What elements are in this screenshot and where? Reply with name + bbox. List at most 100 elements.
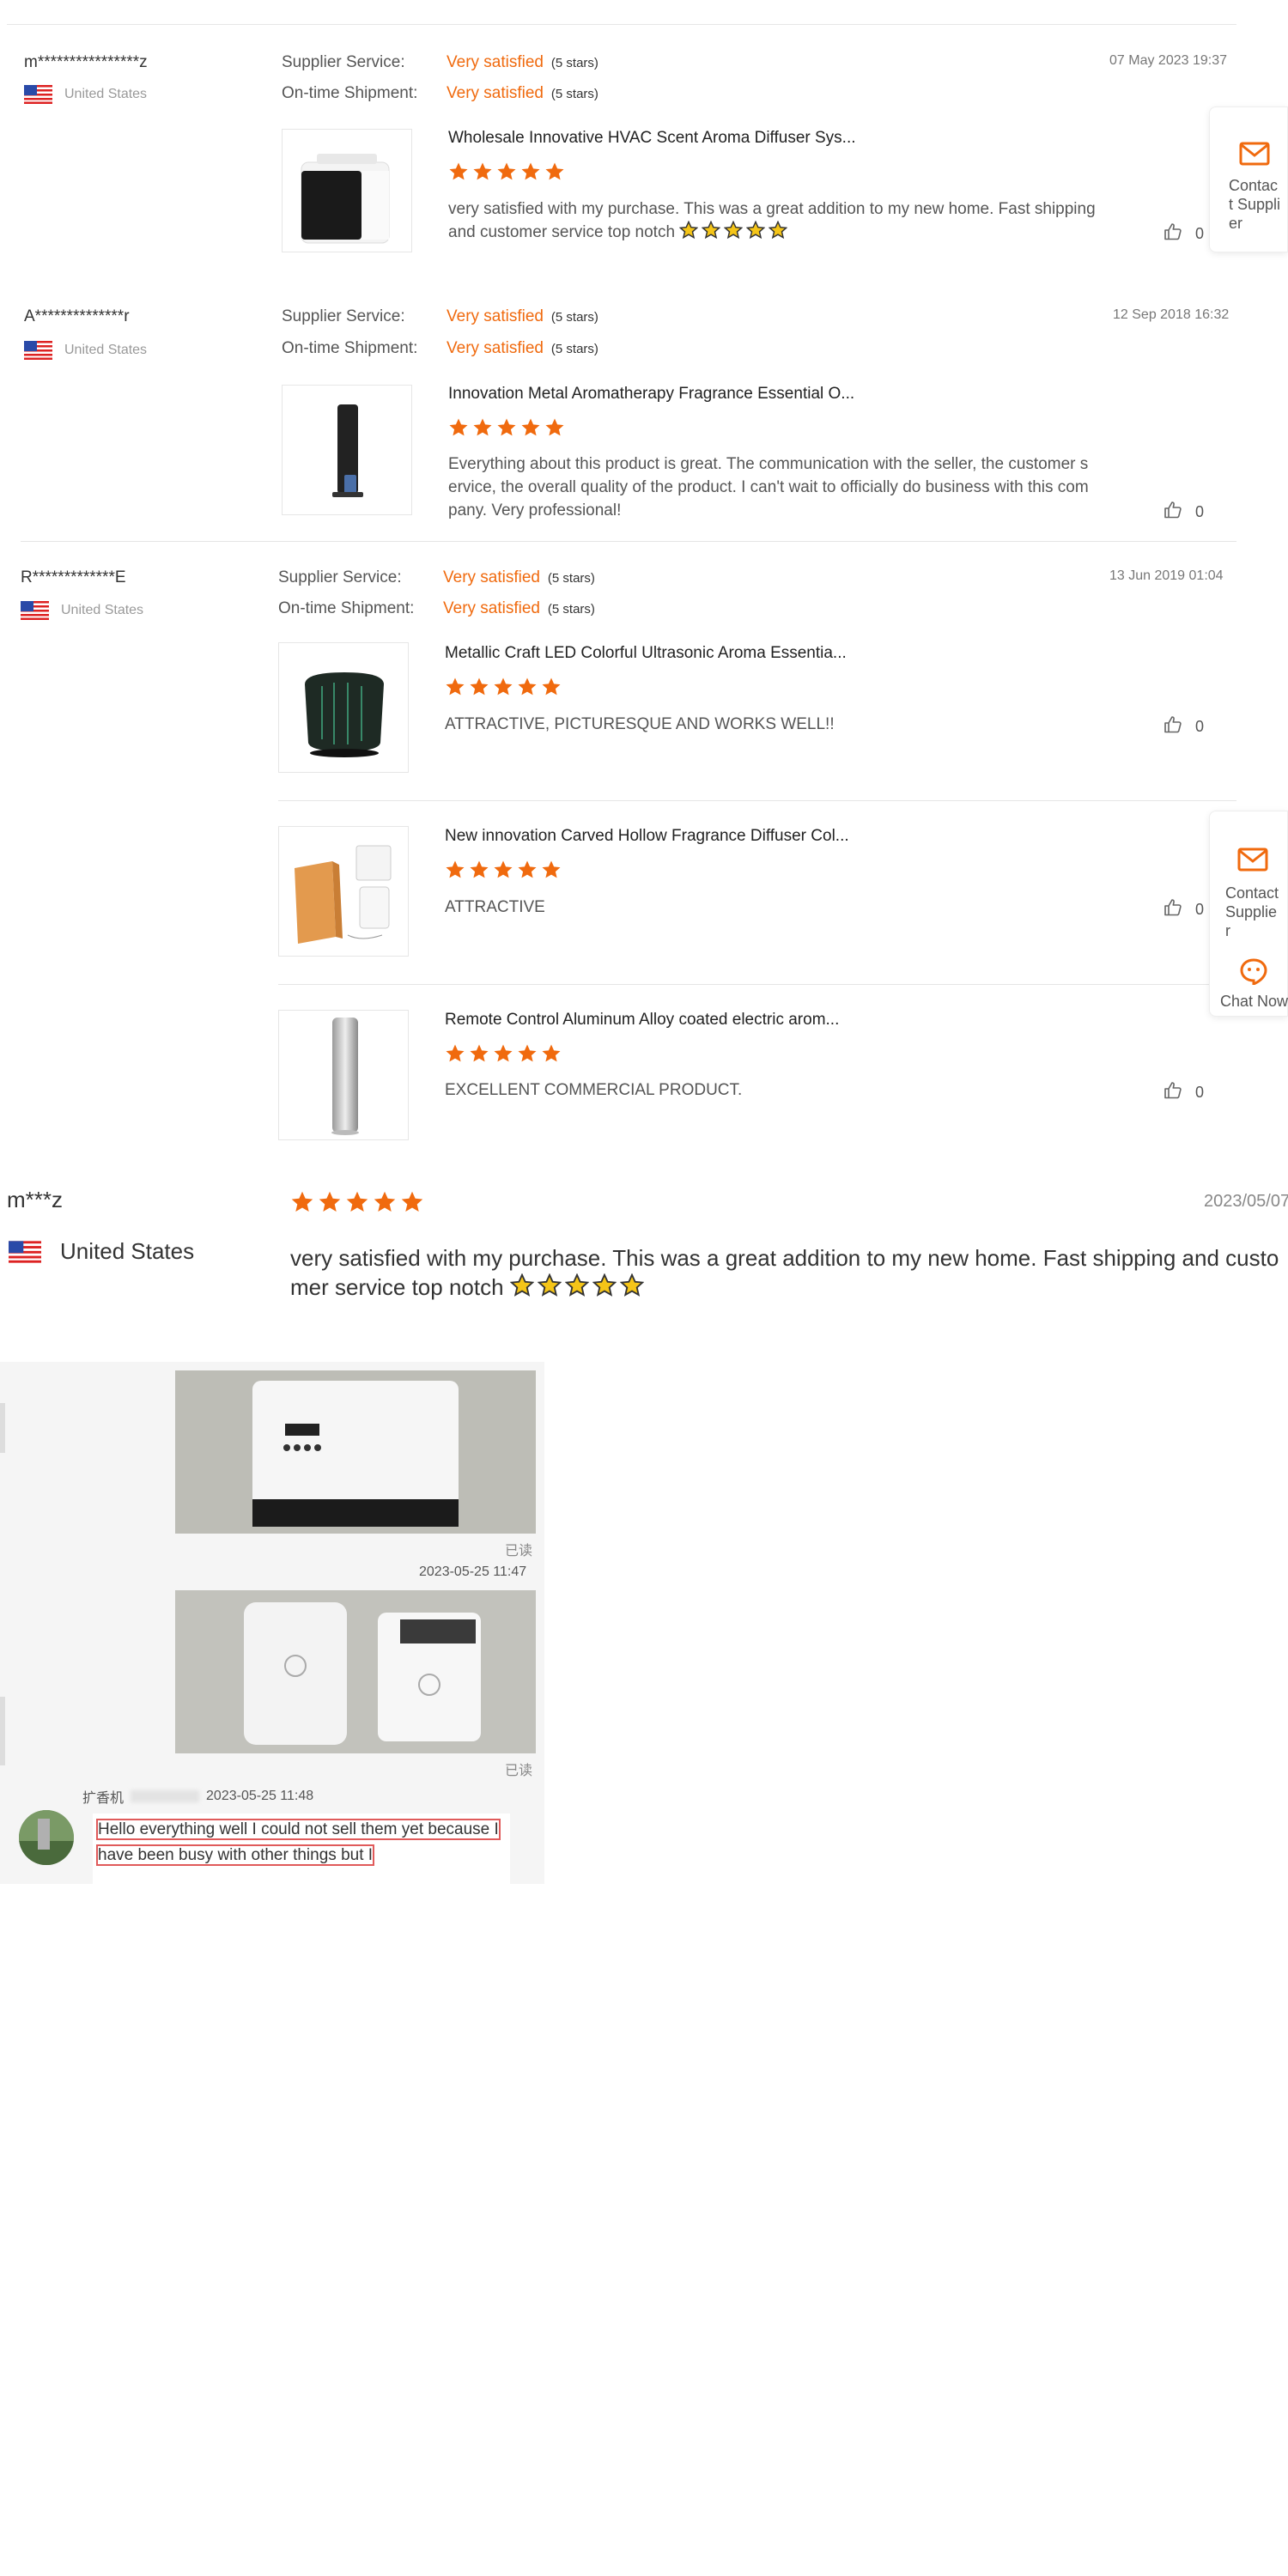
star-icon xyxy=(723,220,744,240)
tower-diffuser-image xyxy=(332,404,363,497)
reviewer-name: A**************r xyxy=(24,307,130,325)
featured-review-text: very satisfied with my purchase. This wa… xyxy=(290,1245,1279,1300)
like-button[interactable]: 0 xyxy=(1163,1080,1204,1105)
star-icon xyxy=(542,1044,561,1062)
product-title[interactable]: New innovation Carved Hollow Fragrance D… xyxy=(445,827,849,846)
product-image[interactable] xyxy=(278,826,409,957)
chat-icon xyxy=(1240,958,1267,985)
star-icon xyxy=(449,162,468,180)
product-image[interactable] xyxy=(278,642,409,773)
supplier-service-rating: Very satisfied (5 stars) xyxy=(443,568,595,586)
blurred-name xyxy=(131,1790,200,1802)
supplier-service-label: Supplier Service: xyxy=(282,53,405,71)
product-title[interactable]: Metallic Craft LED Colorful Ultrasonic A… xyxy=(445,644,847,663)
product-image[interactable] xyxy=(278,1010,409,1140)
star-icon xyxy=(446,677,465,696)
chat-now-button[interactable]: Chat Now xyxy=(1210,957,1288,1018)
mail-icon xyxy=(1237,848,1268,872)
aluminum-diffuser-image xyxy=(331,1018,359,1135)
shipment-rating: Very satisfied (5 stars) xyxy=(443,599,595,617)
product-rating xyxy=(445,860,565,884)
star-icon xyxy=(537,1273,562,1297)
review-date: 12 Sep 2018 16:32 xyxy=(1113,307,1230,322)
star-icon xyxy=(446,860,465,878)
star-icon xyxy=(470,1044,489,1062)
shipment-rating: Very satisfied (5 stars) xyxy=(447,84,598,102)
supplier-service-label: Supplier Service: xyxy=(282,307,405,325)
product-image[interactable] xyxy=(282,385,412,515)
star-icon xyxy=(470,860,489,878)
star-icon xyxy=(449,418,468,436)
reviewer-name: m****************z xyxy=(24,53,148,71)
led-diffuser-image xyxy=(305,672,384,757)
flag-us-icon xyxy=(24,85,52,104)
featured-reviewer-country: United States xyxy=(9,1238,194,1265)
highlighted-text: Hello everything well I could not sell t… xyxy=(96,1819,501,1866)
read-receipt: 已读 xyxy=(505,1544,533,1558)
star-icon xyxy=(319,1191,341,1212)
star-icon xyxy=(518,1044,537,1062)
shipment-label: On-time Shipment: xyxy=(282,339,418,357)
star-icon xyxy=(542,860,561,878)
featured-reviewer-name: m***z xyxy=(7,1187,64,1212)
avatar[interactable] xyxy=(19,1810,74,1865)
thumbs-up-icon xyxy=(1163,714,1183,739)
like-button[interactable]: 0 xyxy=(1163,714,1204,739)
star-icon xyxy=(401,1191,423,1212)
chat-sender-name: 扩香机 xyxy=(82,1791,125,1806)
star-icon xyxy=(497,418,516,436)
star-icon xyxy=(768,220,788,240)
thumbs-up-icon xyxy=(1163,1080,1183,1105)
chat-photo[interactable] xyxy=(175,1590,536,1753)
flag-us-icon xyxy=(21,601,49,620)
chat-photo[interactable] xyxy=(175,1370,536,1534)
product-rating xyxy=(448,417,568,442)
product-title[interactable]: Remote Control Aluminum Alloy coated ele… xyxy=(445,1011,839,1030)
product-title[interactable]: Wholesale Innovative HVAC Scent Aroma Di… xyxy=(448,129,856,148)
top-divider xyxy=(7,24,1236,25)
star-icon xyxy=(619,1273,645,1297)
star-icon xyxy=(346,1191,368,1212)
product-title[interactable]: Innovation Metal Aromatherapy Fragrance … xyxy=(448,385,854,404)
side-contact-chat-panel: Contact Supplier Chat Now xyxy=(1209,811,1288,1017)
star-icon xyxy=(494,1044,513,1062)
review-divider xyxy=(21,541,1236,542)
like-button[interactable]: 0 xyxy=(1163,222,1204,246)
thumbs-up-icon xyxy=(1163,500,1183,525)
shipment-rating: Very satisfied (5 stars) xyxy=(447,339,598,357)
chat-window: 已读 2023-05-25 11:47 已读 扩香机 2023-05-25 11… xyxy=(0,1362,544,1884)
contact-supplier-label: Contact Supplier xyxy=(1229,177,1281,232)
contact-supplier-button[interactable]: Contact Supplier xyxy=(1210,811,1288,940)
diffuser-image xyxy=(301,154,390,244)
supplier-service-rating: Very satisfied (5 stars) xyxy=(447,307,598,325)
star-icon xyxy=(494,860,513,878)
featured-rating xyxy=(290,1190,428,1218)
review-text: Everything about this product is great. … xyxy=(448,455,1089,519)
product-image[interactable] xyxy=(282,129,412,252)
like-button[interactable]: 0 xyxy=(1163,897,1204,922)
thumbs-up-icon xyxy=(1163,897,1183,922)
product-divider xyxy=(278,984,1236,985)
chat-now-label: Chat Now xyxy=(1220,993,1288,1010)
star-icon xyxy=(521,162,540,180)
review-date: 07 May 2023 19:37 xyxy=(1109,53,1227,68)
review-text: EXCELLENT COMMERCIAL PRODUCT. xyxy=(445,1081,743,1099)
chat-sender-row: 扩香机 2023-05-25 11:48 xyxy=(82,1786,313,1807)
star-icon xyxy=(542,677,561,696)
star-icon xyxy=(470,677,489,696)
carved-diffuser-image xyxy=(295,845,392,944)
star-icon xyxy=(545,162,564,180)
reviewer-country: United States xyxy=(24,85,147,104)
star-icon xyxy=(473,162,492,180)
product-rating xyxy=(445,1043,565,1068)
thumbs-up-icon xyxy=(1163,222,1183,246)
chat-timestamp: 2023-05-25 11:47 xyxy=(419,1564,527,1579)
shipment-label: On-time Shipment: xyxy=(282,84,418,102)
contact-supplier-panel[interactable]: Contact Supplier xyxy=(1209,106,1288,252)
star-icon xyxy=(564,1273,590,1297)
chat-message: Hello everything well I could not sell t… xyxy=(93,1814,510,1884)
star-icon xyxy=(473,418,492,436)
supplier-service-label: Supplier Service: xyxy=(278,568,402,586)
review-text: very satisfied with my purchase. This wa… xyxy=(448,200,1096,241)
like-button[interactable]: 0 xyxy=(1163,500,1204,525)
